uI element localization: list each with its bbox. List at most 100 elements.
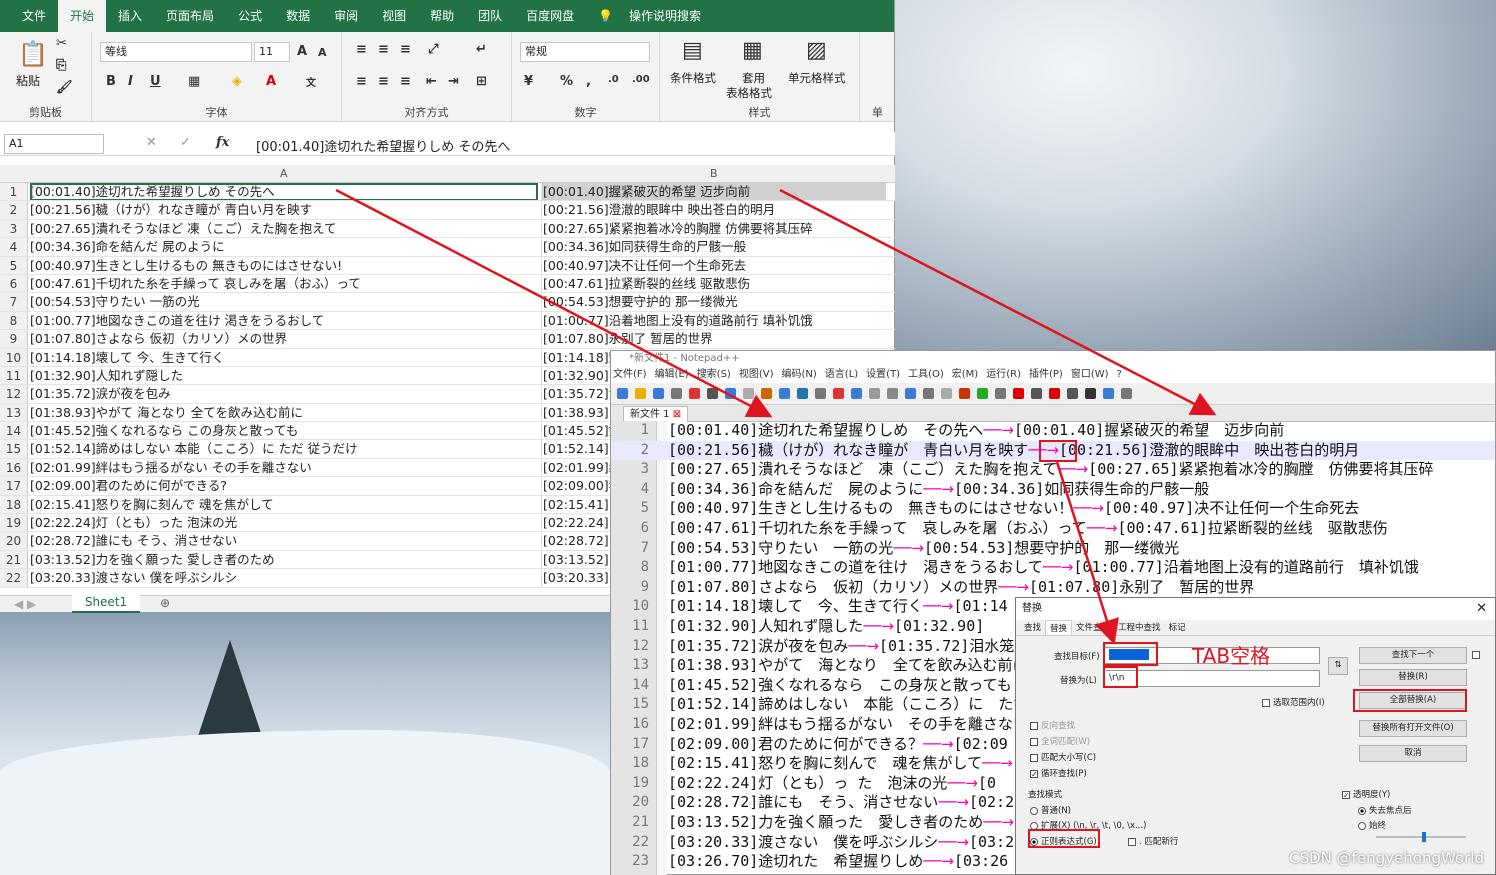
cell-a[interactable]: [02:28.72]誰にも そう、消させない (30, 532, 538, 549)
editor-line[interactable]: 4 [00:34.36]命を結んだ 屍のように──→[00:34.36]如同获得生… (611, 480, 1495, 500)
column-a-header[interactable]: A (280, 167, 288, 180)
align-left-icon[interactable]: ≡ (356, 74, 367, 89)
add-sheet-icon[interactable]: ⊕ (160, 596, 170, 610)
orientation-icon[interactable]: ⤢ (428, 42, 438, 57)
cell-b[interactable]: [01:07.80]永别了 暂居的世界 (541, 330, 886, 348)
row-number[interactable]: 10 (0, 348, 28, 366)
row-number[interactable]: 8 (0, 311, 28, 330)
tab-file[interactable]: 文件 (10, 0, 58, 32)
tab-review[interactable]: 审阅 (322, 0, 370, 32)
toolbar-icon[interactable] (977, 388, 988, 399)
cell-a[interactable]: [01:38.93]やがて 海となり 全てを飲み込む前に (30, 404, 538, 421)
tab-replace[interactable]: 替换 (1045, 620, 1073, 635)
cell-a[interactable]: [00:27.65]潰れそうなほど 凍（こご）えた胸を抱えて (30, 220, 538, 237)
row-number[interactable]: 16 (0, 458, 28, 477)
align-bottom-icon[interactable]: ≡ (400, 42, 411, 57)
row-number[interactable]: 17 (0, 477, 28, 495)
close-icon[interactable]: ✕ (1476, 598, 1487, 620)
grow-font-icon[interactable]: A (297, 44, 307, 59)
toolbar-icon[interactable] (689, 388, 700, 399)
tab-data[interactable]: 数据 (274, 0, 322, 32)
align-right-icon[interactable]: ≡ (400, 74, 411, 89)
format-table-icon[interactable]: ▦ (742, 38, 763, 63)
toolbar-icon[interactable] (1085, 388, 1096, 399)
toolbar-icon[interactable] (761, 388, 772, 399)
cell-b[interactable]: [00:21.56]澄澈的眼眸中 映出苍白的明月 (541, 201, 886, 219)
row-number[interactable]: 14 (0, 422, 28, 440)
menu-item[interactable]: 编码(N) (782, 367, 817, 383)
cell-a[interactable]: [01:14.18]壊して 今、生きて行く (30, 349, 538, 366)
cut-icon[interactable]: ✂ (56, 36, 67, 51)
toolbar-icon[interactable] (617, 388, 628, 399)
paste-icon[interactable]: 📋 (18, 40, 48, 68)
function-icon[interactable]: fx (216, 135, 229, 150)
bold-icon[interactable]: B (106, 74, 116, 89)
cell-b[interactable]: [00:54.53]想要守护的 那一缕微光 (541, 293, 886, 311)
tab-help[interactable]: 帮助 (418, 0, 466, 32)
toolbar-icon[interactable] (707, 388, 718, 399)
cell-a[interactable]: [01:45.52]強くなれるなら この身灰と散っても (30, 422, 538, 439)
cell-style-button[interactable]: 单元格样式 (788, 70, 846, 86)
row-number[interactable]: 1 (0, 183, 28, 201)
toolbar-icon[interactable] (959, 388, 970, 399)
format-table-button-1[interactable]: 套用 (742, 70, 765, 86)
toolbar-icon[interactable] (887, 388, 898, 399)
cell-style-icon[interactable]: ▨ (806, 38, 827, 63)
find-next-checkbox[interactable] (1472, 651, 1480, 659)
phonetic-icon[interactable]: 文 (306, 74, 316, 89)
row-number[interactable]: 6 (0, 274, 28, 293)
increase-indent-icon[interactable]: ⇥ (448, 74, 459, 89)
tab-insert[interactable]: 插入 (106, 0, 154, 32)
row-number[interactable]: 3 (0, 219, 28, 238)
tab-team[interactable]: 团队 (466, 0, 514, 32)
name-box[interactable]: A1 (4, 134, 104, 154)
tab-find-in-project[interactable]: 工程中查找 (1114, 620, 1165, 635)
row-number[interactable]: 20 (0, 532, 28, 550)
cell-a[interactable]: [03:13.52]力を強く願った 愛しき者のため (30, 551, 538, 568)
cell-a[interactable]: [00:40.97]生きとし生けるもの 無きものにはさせない! (30, 257, 538, 274)
slider-thumb[interactable] (1422, 832, 1426, 842)
dot-newline-option[interactable]: . 匹配新行 (1128, 835, 1178, 847)
comma-icon[interactable]: , (586, 74, 591, 89)
cancel-button[interactable]: 取消 (1359, 745, 1467, 762)
fill-color-icon[interactable]: ◈ (232, 74, 242, 89)
editor-line[interactable]: 8 [01:00.77]地図なきこの道を往け 渇きをうるおして──→[01:00.… (611, 558, 1495, 578)
replace-button[interactable]: 替换(R) (1359, 669, 1467, 686)
decrease-indent-icon[interactable]: ⇤ (426, 74, 437, 89)
menu-item[interactable]: 语言(L) (825, 367, 858, 383)
always-option[interactable]: 始终 (1358, 819, 1386, 831)
cell-b[interactable]: [00:40.97]决不让任何一个生命死去 (541, 256, 886, 274)
toolbar-icon[interactable] (1103, 388, 1114, 399)
paste-button[interactable]: 粘贴 (16, 72, 40, 89)
cell-a[interactable]: [00:34.36]命を結んだ 屍のように (30, 238, 538, 255)
increase-decimal-icon[interactable]: .0 (608, 74, 619, 85)
cell-a[interactable]: [00:01.40]途切れた希望握りしめ その先へ (30, 183, 538, 201)
toolbar-icon[interactable] (905, 388, 916, 399)
editor-line[interactable]: 6 [00:47.61]千切れた糸を手繰って 哀しみを屠（おふ）って──→[00:… (611, 519, 1495, 539)
align-top-icon[interactable]: ≡ (356, 42, 367, 57)
cell-b[interactable]: [00:47.61]拉紧断裂的丝线 驱散悲伤 (541, 274, 886, 293)
menu-item[interactable]: 文件(F) (613, 367, 647, 383)
row-number[interactable]: 22 (0, 569, 28, 587)
toolbar-icon[interactable] (743, 388, 754, 399)
menu-item[interactable]: 设置(T) (866, 367, 900, 383)
sheet-nav-icon[interactable]: ◀ ▶ (14, 597, 36, 611)
toolbar-icon[interactable] (725, 388, 736, 399)
format-painter-icon[interactable]: 🖌 (56, 80, 73, 95)
copy-icon[interactable]: ⎘ (56, 58, 66, 73)
toolbar-icon[interactable] (797, 388, 808, 399)
backward-option[interactable]: 反向查找 (1030, 719, 1075, 731)
menu-item[interactable]: 插件(P) (1029, 367, 1063, 383)
toolbar-icon[interactable] (851, 388, 862, 399)
column-b-header[interactable]: B (710, 167, 718, 180)
row-number[interactable]: 21 (0, 550, 28, 569)
percent-icon[interactable]: % (560, 74, 573, 89)
align-middle-icon[interactable]: ≡ (378, 42, 389, 57)
currency-icon[interactable]: ¥ (524, 74, 533, 89)
underline-icon[interactable]: U (150, 74, 161, 89)
border-icon[interactable]: ▦ (188, 74, 200, 89)
wrap-text-icon[interactable]: ↵ (476, 42, 487, 57)
merge-icon[interactable]: ⊞ (476, 74, 487, 89)
toolbar-icon[interactable] (779, 388, 790, 399)
menu-item[interactable]: 编辑(E) (655, 367, 689, 383)
